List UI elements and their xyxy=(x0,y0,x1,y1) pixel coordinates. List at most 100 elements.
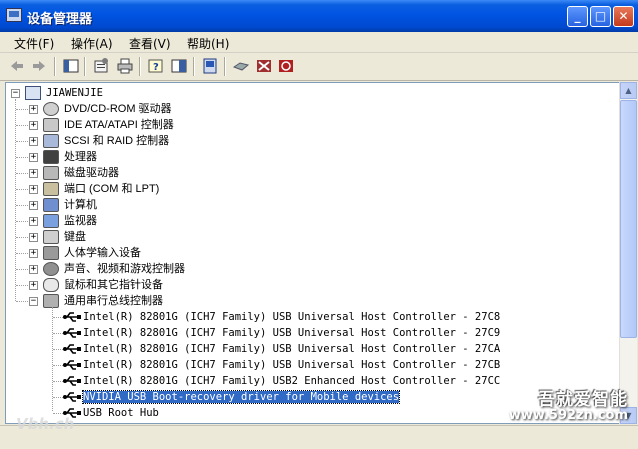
category-expander[interactable]: − xyxy=(29,297,38,306)
close-button[interactable]: ✕ xyxy=(613,6,634,27)
category-expander[interactable]: + xyxy=(29,217,38,226)
device-tree[interactable]: − JIAWENJIE + DVD/CD-ROM 驱动器 + IDE ATA/ATAPI … xyxy=(5,82,621,424)
print-icon[interactable] xyxy=(116,57,134,75)
category-expander[interactable]: + xyxy=(29,153,38,162)
usb-device-item[interactable]: Intel(R) 82801G (ICH7 Family) USB Univer… xyxy=(83,341,500,357)
usb-device-label: Intel(R) 82801G (ICH7 Family) USB Univer… xyxy=(83,327,501,339)
tree-line xyxy=(16,253,30,255)
tree-line xyxy=(53,317,63,319)
tree-line xyxy=(16,157,30,159)
watermark-brand: 吾就爱智能 xyxy=(538,390,628,410)
scroll-up-button[interactable]: ▲ xyxy=(620,82,637,99)
device-manager-window: 设备管理器 _ □ ✕ 文件(F) 操作(A) 查看(V) 帮助(H) ? − J… xyxy=(0,0,638,449)
usb-device-label: NVIDIA USB Boot-recovery driver for Mobi… xyxy=(81,390,401,404)
window-title: 设备管理器 xyxy=(27,12,93,27)
tree-line xyxy=(16,109,30,111)
tree-category-label: 鼠标和其它指针设备 xyxy=(64,279,163,291)
tree-category-label: 端口 (COM 和 LPT) xyxy=(64,183,160,195)
category-expander[interactable]: + xyxy=(29,201,38,210)
usb-device-label: Intel(R) 82801G (ICH7 Family) USB Univer… xyxy=(83,311,501,323)
tree-category-label: SCSI 和 RAID 控制器 xyxy=(64,135,170,147)
menu-file[interactable]: 文件(F) xyxy=(14,35,54,52)
maximize-button[interactable]: □ xyxy=(590,6,611,27)
category-expander[interactable]: + xyxy=(29,169,38,178)
tree-category[interactable]: IDE ATA/ATAPI 控制器 xyxy=(64,117,174,133)
update-driver-icon[interactable] xyxy=(232,57,250,75)
show-hide-console-tree-icon[interactable] xyxy=(62,57,80,75)
tree-category-label: 监视器 xyxy=(64,215,97,227)
tree-root[interactable]: JIAWENJIE xyxy=(46,85,103,101)
usb-device-item[interactable]: NVIDIA USB Boot-recovery driver for Mobi… xyxy=(81,389,401,405)
scroll-thumb[interactable] xyxy=(620,100,637,338)
svg-text:?: ? xyxy=(153,62,159,73)
tree-line xyxy=(16,285,30,287)
tree-line xyxy=(16,221,30,223)
help-icon[interactable]: ? xyxy=(147,57,165,75)
usb-device-item[interactable]: Intel(R) 82801G (ICH7 Family) USB2 Enhan… xyxy=(83,373,500,389)
category-expander[interactable]: + xyxy=(29,121,38,130)
tree-category[interactable]: 通用串行总线控制器 xyxy=(64,293,163,309)
tree-category[interactable]: 监视器 xyxy=(64,213,97,229)
usb-device-item[interactable]: USB Root Hub xyxy=(83,405,159,421)
tree-category-label: 磁盘驱动器 xyxy=(64,167,119,179)
category-expander[interactable]: + xyxy=(29,249,38,258)
toolbar-separator xyxy=(54,57,56,76)
disable-device-icon[interactable] xyxy=(255,57,273,75)
category-expander[interactable]: + xyxy=(29,185,38,194)
category-expander[interactable]: + xyxy=(29,265,38,274)
export-list-icon[interactable] xyxy=(170,57,188,75)
tree-category[interactable]: 人体学输入设备 xyxy=(64,245,141,261)
category-expander[interactable]: + xyxy=(29,105,38,114)
uninstall-device-icon[interactable] xyxy=(277,57,295,75)
processor-icon xyxy=(43,150,59,164)
usb-device-item[interactable]: Intel(R) 82801G (ICH7 Family) USB Univer… xyxy=(83,309,500,325)
menu-bar: 文件(F) 操作(A) 查看(V) 帮助(H) xyxy=(0,32,638,53)
tree-line xyxy=(16,301,30,303)
forward-arrow-icon[interactable] xyxy=(30,57,48,75)
menu-view[interactable]: 查看(V) xyxy=(129,35,171,52)
menu-help[interactable]: 帮助(H) xyxy=(187,35,229,52)
tree-category-label: 计算机 xyxy=(64,199,97,211)
usb-device-item[interactable]: Intel(R) 82801G (ICH7 Family) USB Univer… xyxy=(83,325,500,341)
scan-hardware-icon[interactable] xyxy=(201,57,219,75)
tree-category[interactable]: 端口 (COM 和 LPT) xyxy=(64,181,159,197)
toolbar-separator xyxy=(193,57,195,76)
usb-device-label: Intel(R) 82801G (ICH7 Family) USB2 Enhan… xyxy=(83,375,501,387)
minimize-button[interactable]: _ xyxy=(567,6,588,27)
tree-line xyxy=(16,205,30,207)
tree-category-label: DVD/CD-ROM 驱动器 xyxy=(64,103,172,115)
tree-category[interactable]: 磁盘驱动器 xyxy=(64,165,119,181)
tree-category[interactable]: 鼠标和其它指针设备 xyxy=(64,277,163,293)
tree-line xyxy=(53,333,63,335)
sound-video-game-icon xyxy=(43,262,59,276)
menu-action[interactable]: 操作(A) xyxy=(71,35,113,52)
tree-line xyxy=(52,307,54,411)
title-bar[interactable]: 设备管理器 _ □ ✕ xyxy=(0,0,638,32)
tree-line xyxy=(53,381,63,383)
tree-line xyxy=(53,349,63,351)
back-arrow-icon[interactable] xyxy=(8,57,26,75)
usb-icon xyxy=(63,312,81,322)
usb-device-item[interactable]: Intel(R) 82801G (ICH7 Family) USB Univer… xyxy=(83,357,500,373)
vertical-scrollbar[interactable]: ▲ ▼ xyxy=(619,82,637,424)
disk-drive-icon xyxy=(43,166,59,180)
device-manager-icon xyxy=(6,8,22,22)
tree-category-label: IDE ATA/ATAPI 控制器 xyxy=(64,119,174,131)
category-expander[interactable]: + xyxy=(29,233,38,242)
tree-category[interactable]: SCSI 和 RAID 控制器 xyxy=(64,133,169,149)
tree-category-label: 声音、视频和游戏控制器 xyxy=(64,263,185,275)
tree-category[interactable]: 计算机 xyxy=(64,197,97,213)
properties-icon[interactable] xyxy=(92,57,110,75)
usb-icon xyxy=(63,360,81,370)
usb-device-label: Intel(R) 82801G (ICH7 Family) USB Univer… xyxy=(83,343,501,355)
tree-category[interactable]: 处理器 xyxy=(64,149,97,165)
tree-category[interactable]: 声音、视频和游戏控制器 xyxy=(64,261,185,277)
root-expander[interactable]: − xyxy=(11,89,20,98)
category-expander[interactable]: + xyxy=(29,281,38,290)
tree-category[interactable]: DVD/CD-ROM 驱动器 xyxy=(64,101,172,117)
tree-category[interactable]: 键盘 xyxy=(64,229,86,245)
toolbar: ? xyxy=(0,53,638,81)
tree-line xyxy=(16,141,30,143)
category-expander[interactable]: + xyxy=(29,137,38,146)
dvd-drive-icon xyxy=(43,102,59,116)
